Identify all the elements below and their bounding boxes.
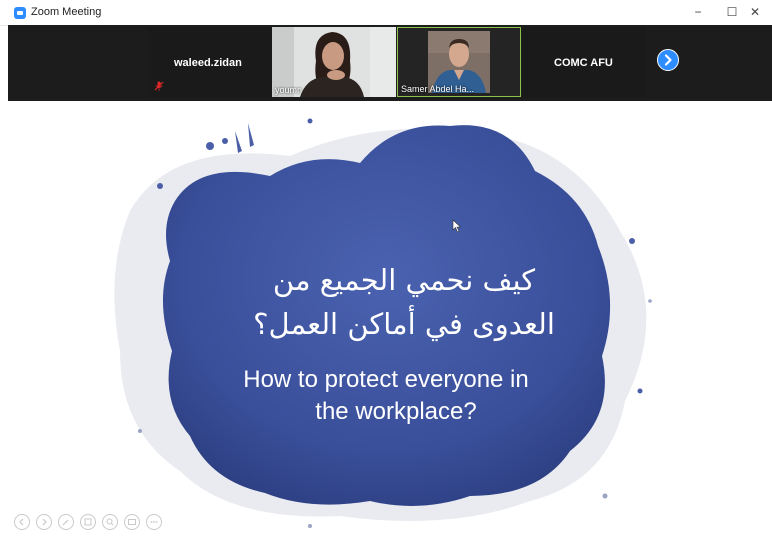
participant-tile-waleed[interactable]: waleed.zidan bbox=[148, 27, 272, 97]
more-icon bbox=[150, 521, 158, 523]
chevron-right-icon bbox=[42, 518, 47, 526]
previous-slide-button[interactable] bbox=[14, 514, 30, 530]
magnifier-icon bbox=[106, 518, 114, 526]
slides-grid-button[interactable] bbox=[80, 514, 96, 530]
participant-tile-samer[interactable]: Samer Abdel Ha... bbox=[397, 27, 521, 97]
participant-name: Samer Abdel Ha... bbox=[401, 84, 475, 94]
pen-tool-button[interactable] bbox=[58, 514, 74, 530]
close-button[interactable]: ✕ bbox=[741, 3, 769, 21]
slide-title-arabic-1: كيف نحمي الجميع من bbox=[272, 263, 536, 297]
participant-tile-comc[interactable]: COMC AFU bbox=[522, 27, 646, 97]
slide-title-arabic-2: العدوى في أماكن العمل؟ bbox=[253, 307, 555, 341]
subtitles-button[interactable] bbox=[124, 514, 140, 530]
more-options-button[interactable] bbox=[146, 514, 162, 530]
participant-tile-youmn[interactable]: youmn bbox=[272, 27, 396, 97]
zoom-app-icon bbox=[14, 7, 26, 19]
zoom-slide-button[interactable] bbox=[102, 514, 118, 530]
pen-icon bbox=[62, 519, 69, 526]
chevron-right-icon bbox=[664, 54, 672, 66]
participant-name: waleed.zidan bbox=[174, 57, 242, 69]
slide-title-english-1: How to protect everyone in bbox=[243, 366, 529, 393]
participant-name: COMC AFU bbox=[554, 57, 613, 69]
grid-icon bbox=[84, 518, 92, 526]
slide-title-english-2: the workplace? bbox=[315, 398, 477, 425]
minimize-button[interactable]: − bbox=[684, 3, 712, 21]
participant-name: youmn bbox=[275, 85, 303, 95]
window-title: Zoom Meeting bbox=[31, 6, 102, 18]
next-participants-button[interactable] bbox=[657, 49, 679, 71]
window-titlebar: Zoom Meeting − ☐ ✕ bbox=[0, 0, 772, 26]
participant-strip: waleed.zidan youmn Samer Abdel Ha... COM… bbox=[8, 25, 772, 101]
next-slide-button[interactable] bbox=[36, 514, 52, 530]
subtitles-icon bbox=[128, 519, 136, 525]
mic-muted-icon bbox=[154, 81, 164, 91]
mouse-cursor-icon bbox=[452, 219, 462, 233]
chevron-left-icon bbox=[19, 518, 24, 526]
